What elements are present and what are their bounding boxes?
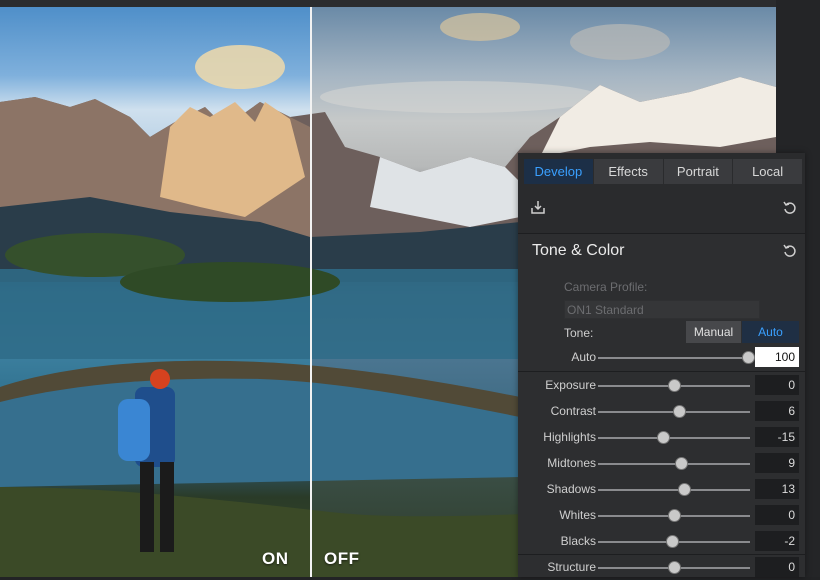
tab-effects[interactable]: Effects [593,159,664,184]
slider-row-structure: Structure 0 [518,556,805,580]
slider-value-field[interactable]: 9 [755,453,799,473]
off-label: OFF [324,549,360,568]
slider-label: Highlights [543,430,596,444]
slider-value-field[interactable]: 100 [755,347,799,367]
slider-label: Structure [547,560,596,574]
divider [518,371,805,372]
slider-value-field[interactable]: -15 [755,427,799,447]
slider-value-field[interactable]: 6 [755,401,799,421]
download-icon[interactable] [530,199,546,215]
camera-profile-select[interactable]: ON1 Standard [564,300,760,319]
slider-track[interactable] [598,357,748,359]
slider-handle[interactable] [668,561,681,574]
slider-label: Shadows [546,482,596,496]
slider-row-midtones: Midtones 9 [518,452,805,476]
divider [518,554,805,555]
slider-handle[interactable] [668,509,681,522]
slider-handle[interactable] [677,483,691,496]
window-top-bar [0,0,820,7]
on-label: ON [262,549,289,568]
reset-icon[interactable] [782,200,798,216]
slider-handle[interactable] [668,379,681,392]
slider-handle[interactable] [666,535,680,548]
slider-row-blacks: Blacks -2 [518,530,805,554]
slider-label: Contrast [550,404,596,418]
tone-manual-button[interactable]: Manual [686,321,741,343]
section-title: Tone & Color [532,242,625,259]
slider-row-shadows: Shadows 13 [518,478,805,502]
camera-profile-label: Camera Profile: [564,280,648,294]
tab-local[interactable]: Local [733,159,802,184]
slider-value-field[interactable]: 0 [755,505,799,525]
slider-label: Auto [571,350,596,364]
slider-value-field[interactable]: -2 [755,531,799,551]
tab-develop[interactable]: Develop [524,159,594,184]
tab-portrait[interactable]: Portrait [663,159,734,184]
slider-handle[interactable] [672,405,686,418]
tone-label: Tone: [564,326,594,340]
slider-label: Whites [559,508,596,522]
before-after-divider[interactable] [310,7,312,577]
slider-row-whites: Whites 0 [518,504,805,528]
slider-handle[interactable] [674,457,688,470]
slider-value-field[interactable]: 0 [755,375,799,395]
panel-tabs: Develop Effects Portrait Local [524,159,802,184]
slider-label: Exposure [545,378,596,392]
slider-handle[interactable] [742,351,755,364]
slider-row-exposure: Exposure 0 [518,374,805,398]
slider-handle[interactable] [656,431,670,444]
slider-row-highlights: Highlights -15 [518,426,805,450]
section-reset-icon[interactable] [782,243,798,259]
divider [518,233,805,234]
slider-label: Midtones [547,456,596,470]
slider-value-field[interactable]: 0 [755,557,799,577]
develop-panel: Develop Effects Portrait Local Tone & Co… [518,153,805,577]
slider-track[interactable] [598,489,750,491]
slider-track[interactable] [598,437,750,439]
tone-auto-button[interactable]: Auto [742,321,799,343]
slider-row-contrast: Contrast 6 [518,400,805,424]
slider-row-auto: Auto 100 [518,346,805,370]
slider-label: Blacks [560,534,596,548]
slider-value-field[interactable]: 13 [755,479,799,499]
